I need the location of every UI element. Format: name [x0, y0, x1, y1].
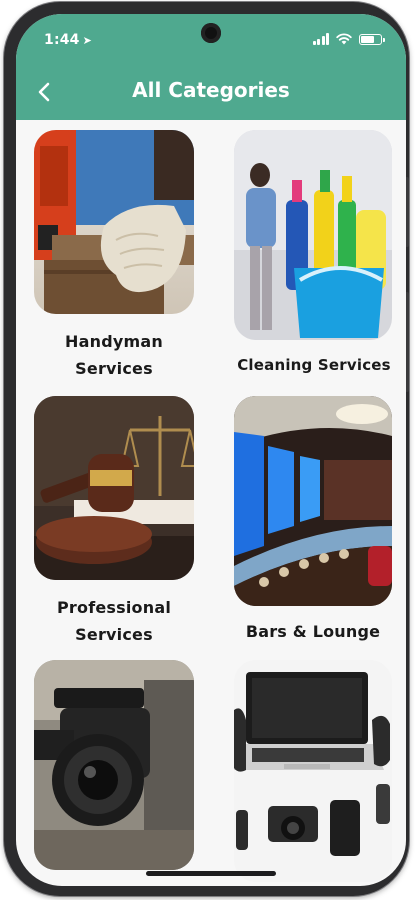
category-label: Bars & Lounge: [245, 622, 381, 641]
category-label: Handyman Services: [65, 332, 163, 378]
cleaning-photo: [234, 130, 392, 340]
camera-photo: [34, 660, 194, 870]
screen: 1:44 ➤ All Categories Handyman Services …: [16, 14, 406, 886]
page-title: All Categories: [132, 78, 290, 102]
category-grid[interactable]: Handyman Services Cleaning Services Prof…: [16, 120, 406, 886]
category-label: Cleaning Services: [237, 356, 391, 374]
category-card-handyman[interactable]: Handyman Services: [34, 130, 194, 382]
category-label: Professional Services: [56, 598, 172, 644]
status-icons: [312, 33, 385, 45]
handyman-photo: [34, 130, 194, 314]
home-indicator[interactable]: [146, 871, 276, 876]
electronics-photo: [234, 660, 392, 882]
category-card-cleaning[interactable]: Cleaning Services: [234, 130, 392, 379]
phone-frame: 1:44 ➤ All Categories Handyman Services …: [4, 2, 409, 896]
bar-photo: [234, 396, 392, 606]
category-card-5[interactable]: [34, 660, 194, 884]
front-camera: [201, 23, 221, 43]
category-card-6[interactable]: [234, 660, 392, 886]
category-card-bars-lounge[interactable]: Bars & Lounge: [234, 396, 392, 645]
status-time: 1:44 ➤: [44, 32, 93, 48]
battery-icon: [359, 33, 385, 45]
wifi-icon: [336, 33, 352, 45]
signal-icon: [312, 33, 329, 45]
location-arrow-icon: ➤: [82, 34, 93, 47]
professional-photo: [34, 396, 194, 580]
category-card-professional[interactable]: Professional Services: [34, 396, 194, 648]
app-header: 1:44 ➤ All Categories: [16, 14, 406, 120]
